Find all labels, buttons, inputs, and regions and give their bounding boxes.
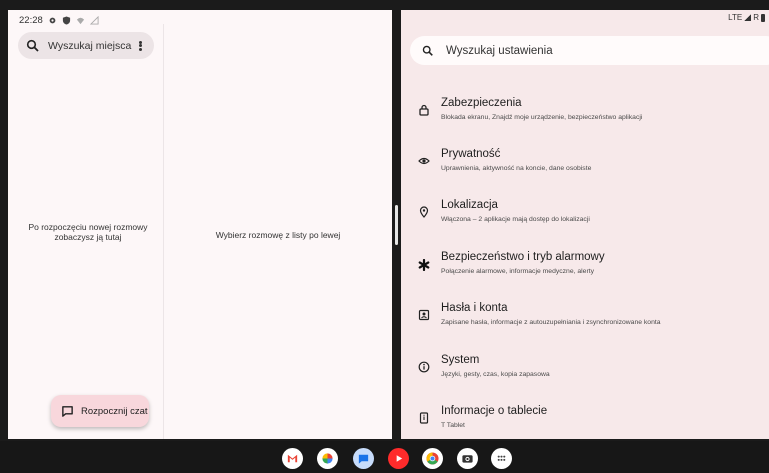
settings-item-title: Prywatność bbox=[441, 148, 501, 160]
chrome-icon[interactable] bbox=[422, 448, 443, 469]
settings-item-system[interactable]: System Języki, gesty, czas, kopia zapaso… bbox=[401, 345, 769, 395]
settings-item-subtitle: Włączona – 2 aplikacje mają dostęp do lo… bbox=[441, 216, 590, 223]
settings-item-subtitle: Blokada ekranu, Znajdź moje urządzenie, … bbox=[441, 114, 643, 121]
search-icon bbox=[26, 39, 39, 52]
settings-item-title: Bezpieczeństwo i tryb alarmowy bbox=[441, 251, 605, 263]
settings-item-subtitle: Uprawnienia, aktywność na koncie, dane o… bbox=[441, 165, 592, 172]
empty-conversations-text: Po rozpoczęciu nowej rozmowy zobaczysz j… bbox=[28, 222, 148, 242]
roaming-indicator: R bbox=[753, 13, 759, 22]
gmail-icon[interactable] bbox=[282, 448, 303, 469]
tablet-icon bbox=[419, 412, 429, 424]
settings-item-title: System bbox=[441, 354, 480, 366]
emergency-asterisk-icon bbox=[418, 259, 430, 271]
shield-icon bbox=[62, 15, 70, 25]
signal-icon bbox=[89, 15, 99, 25]
app-drawer-icon[interactable] bbox=[491, 448, 512, 469]
settings-item-title: Zabezpieczenia bbox=[441, 97, 522, 109]
select-conversation-text: Wybierz rozmowę z listy po lewej bbox=[215, 230, 341, 240]
chat-bubble-icon bbox=[62, 405, 73, 417]
lock-icon bbox=[419, 104, 429, 116]
camera-icon[interactable] bbox=[457, 448, 478, 469]
network-type: LTE bbox=[728, 13, 743, 22]
settings-item-title: Informacje o tablecie bbox=[441, 405, 548, 417]
settings-item-about-tablet[interactable]: Informacje o tablecie T Tablet bbox=[401, 396, 769, 439]
settings-item-privacy[interactable]: Prywatność Uprawnienia, aktywność na kon… bbox=[401, 139, 769, 189]
settings-search-placeholder: Wyszukaj ustawienia bbox=[446, 44, 553, 57]
settings-item-subtitle: T Tablet bbox=[441, 422, 465, 429]
status-time: 22:28 bbox=[19, 14, 43, 26]
photos-icon[interactable] bbox=[317, 448, 338, 469]
start-chat-button[interactable]: Rozpocznij czat bbox=[51, 395, 149, 427]
signal-strength-icon bbox=[744, 14, 752, 21]
search-places-bar[interactable]: Wyszukaj miejsca bbox=[18, 32, 154, 59]
youtube-icon[interactable] bbox=[388, 448, 409, 469]
settings-item-security[interactable]: Zabezpieczenia Blokada ekranu, Znajdź mo… bbox=[401, 88, 769, 138]
settings-item-subtitle: Połączenie alarmowe, informacje medyczne… bbox=[441, 268, 594, 275]
settings-item-location[interactable]: Lokalizacja Włączona – 2 aplikacje mają … bbox=[401, 190, 769, 240]
settings-item-passwords-accounts[interactable]: Hasła i konta Zapisane hasła, informacje… bbox=[401, 293, 769, 343]
messages-icon[interactable] bbox=[353, 448, 374, 469]
privacy-eye-icon bbox=[418, 157, 430, 165]
status-bar-right: LTE R bbox=[728, 13, 765, 22]
more-options-icon[interactable] bbox=[134, 39, 146, 53]
wifi-icon bbox=[76, 17, 84, 24]
status-bar-left: 22:28 bbox=[19, 13, 99, 27]
settings-item-title: Hasła i konta bbox=[441, 302, 508, 314]
location-pin-icon bbox=[419, 206, 429, 218]
search-placeholder: Wyszukaj miejsca bbox=[48, 39, 132, 52]
settings-pane: LTE R Wyszukaj ustawienia Zabezpieczenia… bbox=[401, 10, 769, 439]
settings-item-safety-emergency[interactable]: Bezpieczeństwo i tryb alarmowy Połączeni… bbox=[401, 242, 769, 292]
list-detail-divider bbox=[163, 24, 164, 439]
accounts-icon bbox=[418, 309, 430, 321]
battery-icon bbox=[761, 13, 765, 22]
split-screen-handle[interactable] bbox=[395, 205, 398, 245]
start-chat-label: Rozpocznij czat bbox=[81, 405, 148, 417]
screen: 22:28 Wyszukaj miejsca Po rozpoczęciu no… bbox=[0, 0, 769, 473]
settings-item-subtitle: Zapisane hasła, informacje z autouzupełn… bbox=[441, 319, 661, 326]
search-icon bbox=[422, 45, 433, 56]
info-icon bbox=[418, 361, 430, 373]
taskbar-dock bbox=[0, 441, 769, 473]
settings-gear-icon bbox=[49, 17, 56, 23]
messages-pane: 22:28 Wyszukaj miejsca Po rozpoczęciu no… bbox=[8, 10, 392, 439]
settings-item-subtitle: Języki, gesty, czas, kopia zapasowa bbox=[441, 371, 550, 378]
settings-item-title: Lokalizacja bbox=[441, 199, 498, 211]
settings-search-bar[interactable]: Wyszukaj ustawienia bbox=[410, 36, 769, 65]
